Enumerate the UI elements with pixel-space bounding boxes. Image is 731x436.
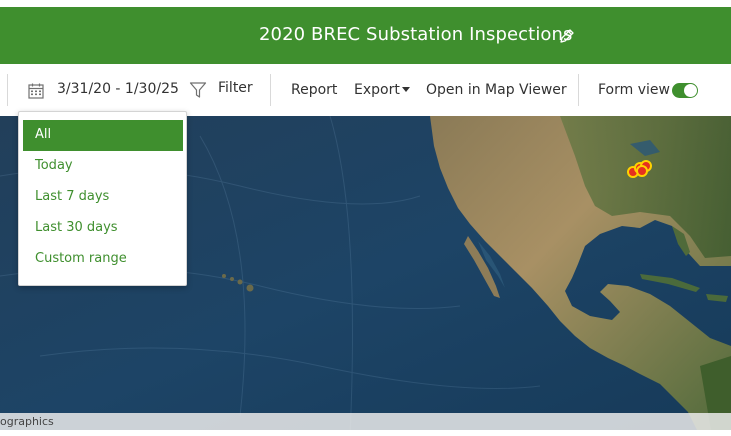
menu-item-label: Today: [35, 158, 73, 173]
map-attribution: ographics: [0, 413, 731, 430]
divider: [270, 74, 271, 106]
menu-item-label: All: [35, 127, 52, 142]
menu-item-custom-range[interactable]: Custom range: [23, 244, 183, 275]
export-button[interactable]: Export: [354, 82, 410, 98]
funnel-icon[interactable]: [189, 81, 207, 99]
divider: [578, 74, 579, 106]
menu-item-last-7-days[interactable]: Last 7 days: [23, 182, 183, 213]
export-label: Export: [354, 82, 400, 98]
date-range-menu: All Today Last 7 days Last 30 days Custo…: [18, 111, 187, 286]
calendar-icon[interactable]: [27, 82, 45, 100]
form-view-toggle[interactable]: [672, 83, 698, 98]
divider: [7, 74, 8, 106]
menu-item-label: Last 7 days: [35, 189, 110, 204]
caret-down-icon: [401, 87, 410, 92]
date-range-button[interactable]: 3/31/20 - 1/30/25: [57, 81, 179, 97]
filter-button[interactable]: Filter: [218, 80, 253, 96]
form-view-label: Form view: [598, 82, 670, 98]
open-map-viewer-button[interactable]: Open in Map Viewer: [426, 82, 567, 98]
page-title: 2020 BREC Substation Inspections: [259, 24, 573, 45]
toggle-knob: [684, 84, 697, 97]
report-button[interactable]: Report: [291, 82, 337, 98]
menu-item-label: Last 30 days: [35, 220, 118, 235]
menu-item-last-30-days[interactable]: Last 30 days: [23, 213, 183, 244]
top-edge: [0, 0, 731, 7]
menu-item-label: Custom range: [35, 251, 127, 266]
menu-item-all[interactable]: All: [23, 120, 183, 151]
bottom-edge: [0, 430, 731, 436]
toolbar: 3/31/20 - 1/30/25 Filter Report Export O…: [0, 64, 731, 117]
menu-item-today[interactable]: Today: [23, 151, 183, 182]
app-header: 2020 BREC Substation Inspections: [0, 7, 731, 64]
pencil-icon[interactable]: [558, 27, 576, 45]
